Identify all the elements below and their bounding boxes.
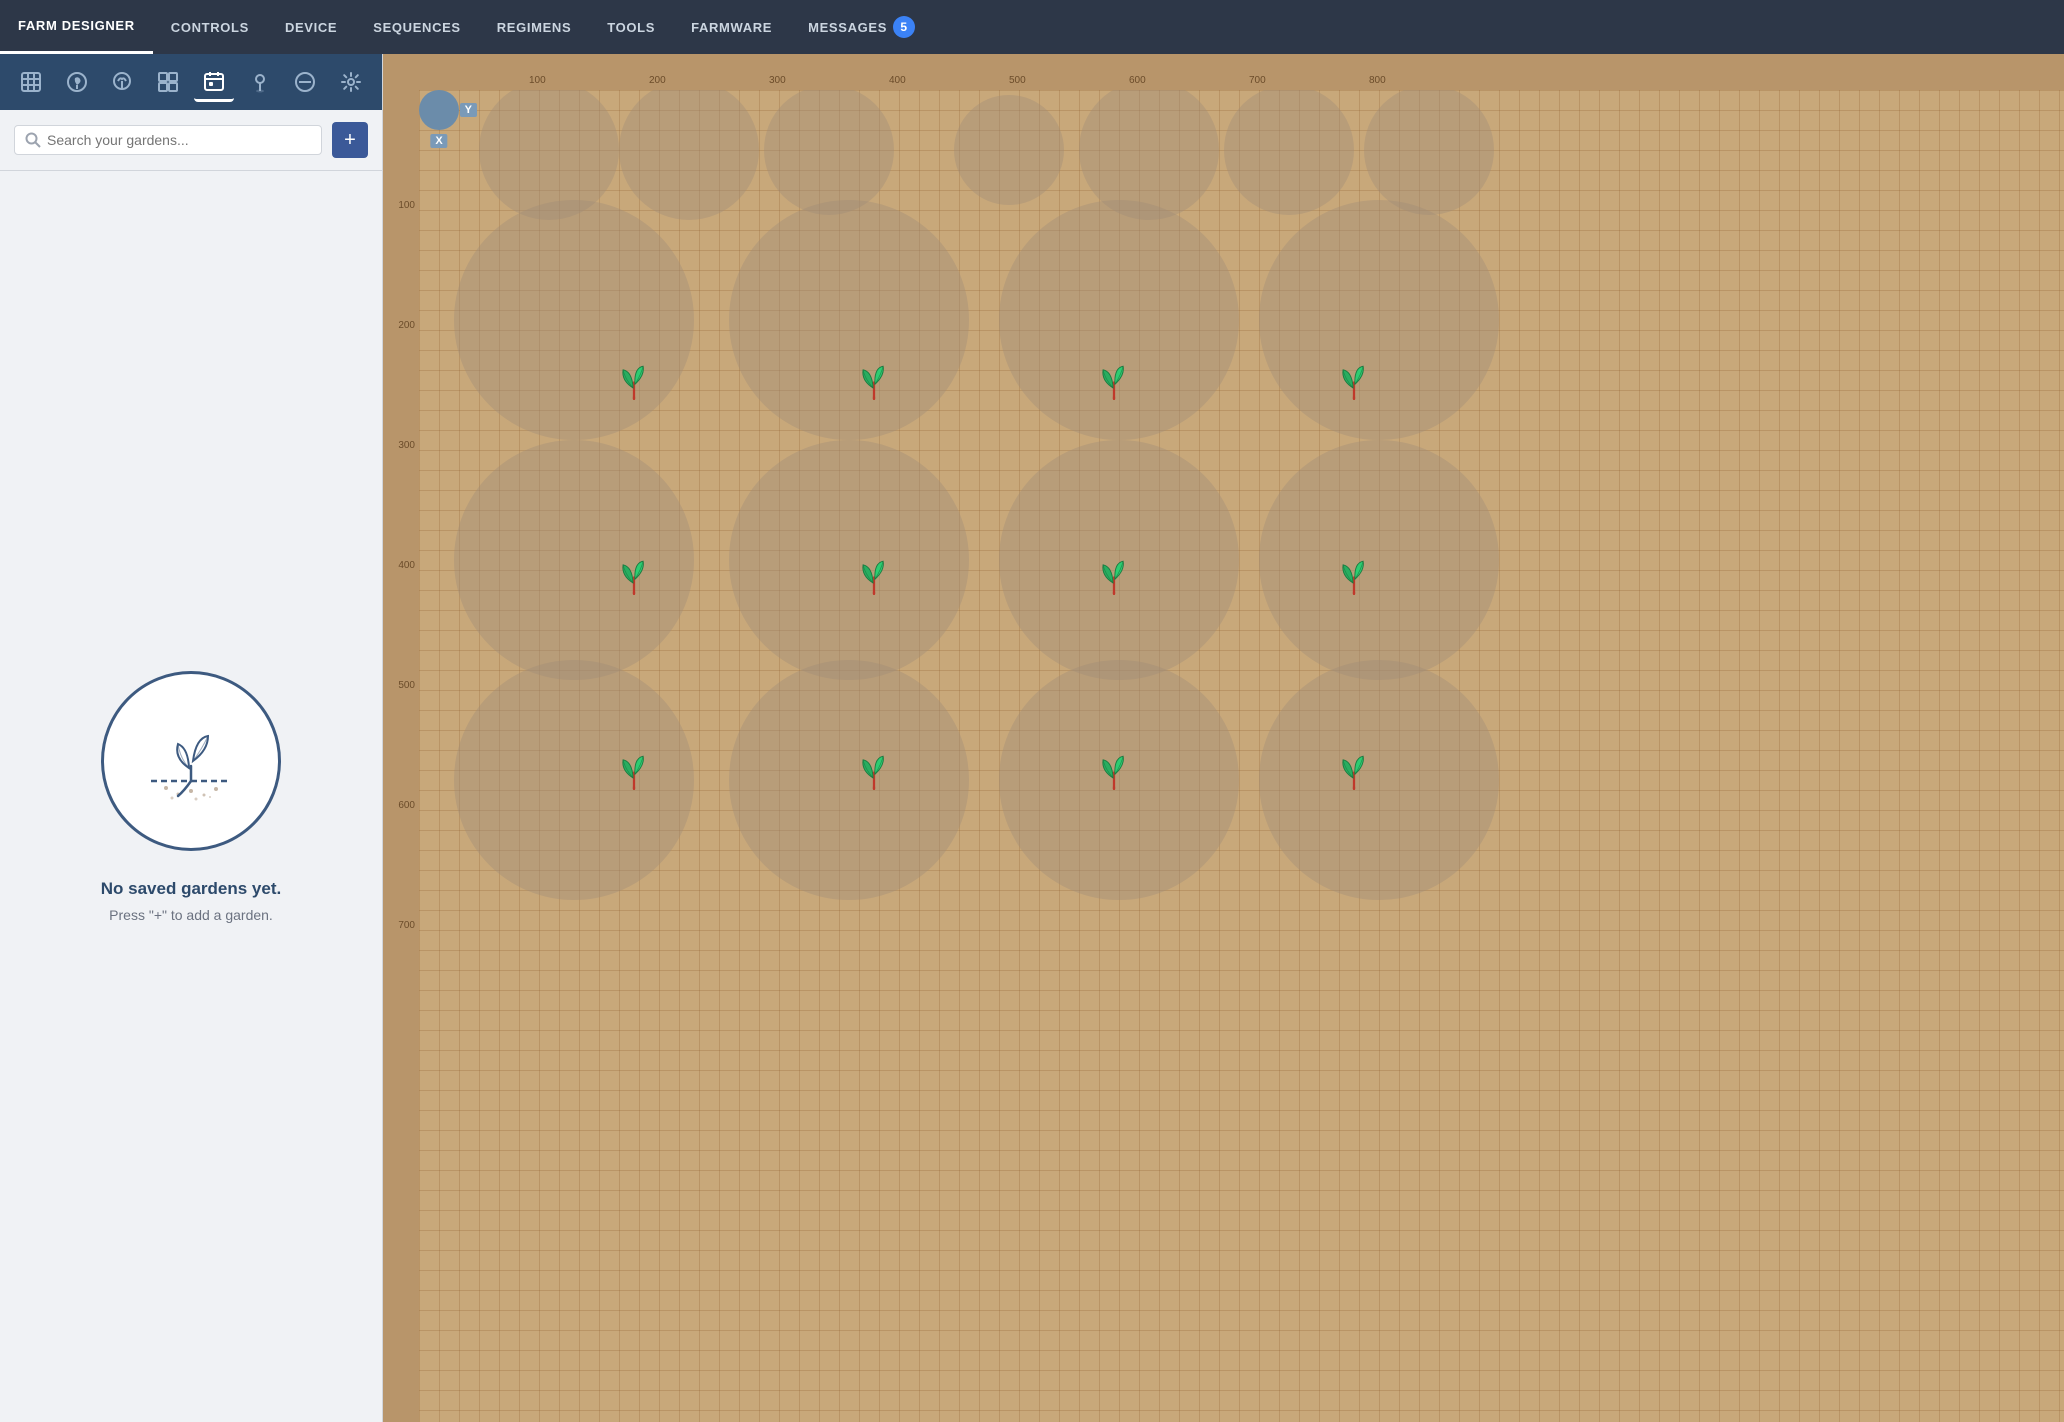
ruler-tick-v: 700 (398, 920, 415, 931)
ruler-tick-h: 100 (529, 75, 546, 86)
search-wrapper[interactable] (14, 125, 322, 155)
empty-subtitle: Press "+" to add a garden. (109, 907, 273, 923)
ruler-left: 100 200 300 400 500 600 700 (383, 90, 419, 1422)
plot-circle[interactable] (1224, 85, 1354, 215)
ruler-tick-v: 500 (398, 680, 415, 691)
plant[interactable] (856, 363, 892, 408)
plot-circle[interactable] (619, 80, 759, 220)
top-nav: FARM DESIGNER CONTROLS DEVICE SEQUENCES … (0, 0, 2064, 54)
ruler-tick-v: 200 (398, 320, 415, 331)
ruler-tick-h: 600 (1129, 75, 1146, 86)
plot-circle[interactable] (454, 200, 694, 440)
plot-circle[interactable] (729, 660, 969, 900)
ruler-tick-v: 100 (398, 200, 415, 211)
messages-badge: 5 (893, 16, 915, 38)
plant[interactable] (856, 753, 892, 798)
plot-circle[interactable] (1364, 85, 1494, 215)
empty-title: No saved gardens yet. (101, 879, 281, 899)
plot-circle[interactable] (454, 660, 694, 900)
origin-marker: Y X (419, 90, 459, 130)
nav-regimens[interactable]: REGIMENS (479, 0, 590, 54)
garden-grid[interactable] (419, 90, 2064, 1422)
ruler-tick-v: 300 (398, 440, 415, 451)
group-icon[interactable] (148, 62, 188, 102)
plot-circle[interactable] (1259, 660, 1499, 900)
pin-icon[interactable] (240, 62, 280, 102)
ruler-tick-v: 400 (398, 560, 415, 571)
plot-circle[interactable] (729, 200, 969, 440)
plant-icon[interactable] (57, 62, 97, 102)
plant[interactable] (1336, 753, 1372, 798)
plot-circle[interactable] (764, 85, 894, 215)
settings-icon[interactable] (331, 62, 371, 102)
search-row: + (0, 110, 382, 171)
nav-farmware[interactable]: FARMWARE (673, 0, 790, 54)
map-container: 100 200 300 400 500 600 700 800 100 200 300 400 500… (383, 54, 2064, 1422)
add-garden-button[interactable]: + (332, 122, 368, 158)
ruler-tick-h: 800 (1369, 75, 1386, 86)
nav-sequences[interactable]: SEQUENCES (355, 0, 478, 54)
ruler-tick-v: 600 (398, 800, 415, 811)
origin-circle: Y X (419, 90, 459, 130)
plant[interactable] (616, 363, 652, 408)
plant[interactable] (1096, 363, 1132, 408)
nav-farm-designer[interactable]: FARM DESIGNER (0, 0, 153, 54)
empty-state: No saved gardens yet. Press "+" to add a… (0, 171, 382, 1422)
plot-circle[interactable] (954, 95, 1064, 205)
nav-tools[interactable]: TOOLS (589, 0, 673, 54)
ruler-tick-h: 400 (889, 75, 906, 86)
plant[interactable] (616, 558, 652, 603)
plant[interactable] (1336, 363, 1372, 408)
ruler-tick-h: 700 (1249, 75, 1266, 86)
search-input[interactable] (47, 132, 311, 148)
ruler-tick-h: 200 (649, 75, 666, 86)
sidebar: + (0, 54, 383, 1422)
sidebar-icons (0, 54, 382, 110)
plot-circle[interactable] (1079, 80, 1219, 220)
ruler-top: 100 200 300 400 500 600 700 800 (419, 54, 2064, 90)
no-entry-icon[interactable] (285, 62, 325, 102)
search-icon (25, 132, 41, 148)
y-axis-label: Y (460, 103, 477, 117)
plot-circle[interactable] (729, 440, 969, 680)
map-icon[interactable] (11, 62, 51, 102)
empty-illustration (101, 671, 281, 851)
plant[interactable] (1336, 558, 1372, 603)
plant[interactable] (1096, 558, 1132, 603)
plot-circle[interactable] (1259, 440, 1499, 680)
plant[interactable] (616, 753, 652, 798)
plant[interactable] (856, 558, 892, 603)
plot-circle[interactable] (454, 440, 694, 680)
ruler-tick-h: 500 (1009, 75, 1026, 86)
map-area[interactable]: 100 200 300 400 500 600 700 800 100 200 300 400 500… (383, 54, 2064, 1422)
main-area: + (0, 54, 2064, 1422)
herb-icon[interactable] (102, 62, 142, 102)
ruler-corner (383, 54, 419, 90)
plant[interactable] (1096, 753, 1132, 798)
ruler-tick-h: 300 (769, 75, 786, 86)
nav-messages[interactable]: MESSAGES 5 (790, 0, 933, 54)
x-axis-label: X (430, 134, 447, 148)
nav-device[interactable]: DEVICE (267, 0, 355, 54)
calendar-icon[interactable] (194, 62, 234, 102)
nav-controls[interactable]: CONTROLS (153, 0, 267, 54)
plot-circle[interactable] (1259, 200, 1499, 440)
plot-circle[interactable] (479, 80, 619, 220)
